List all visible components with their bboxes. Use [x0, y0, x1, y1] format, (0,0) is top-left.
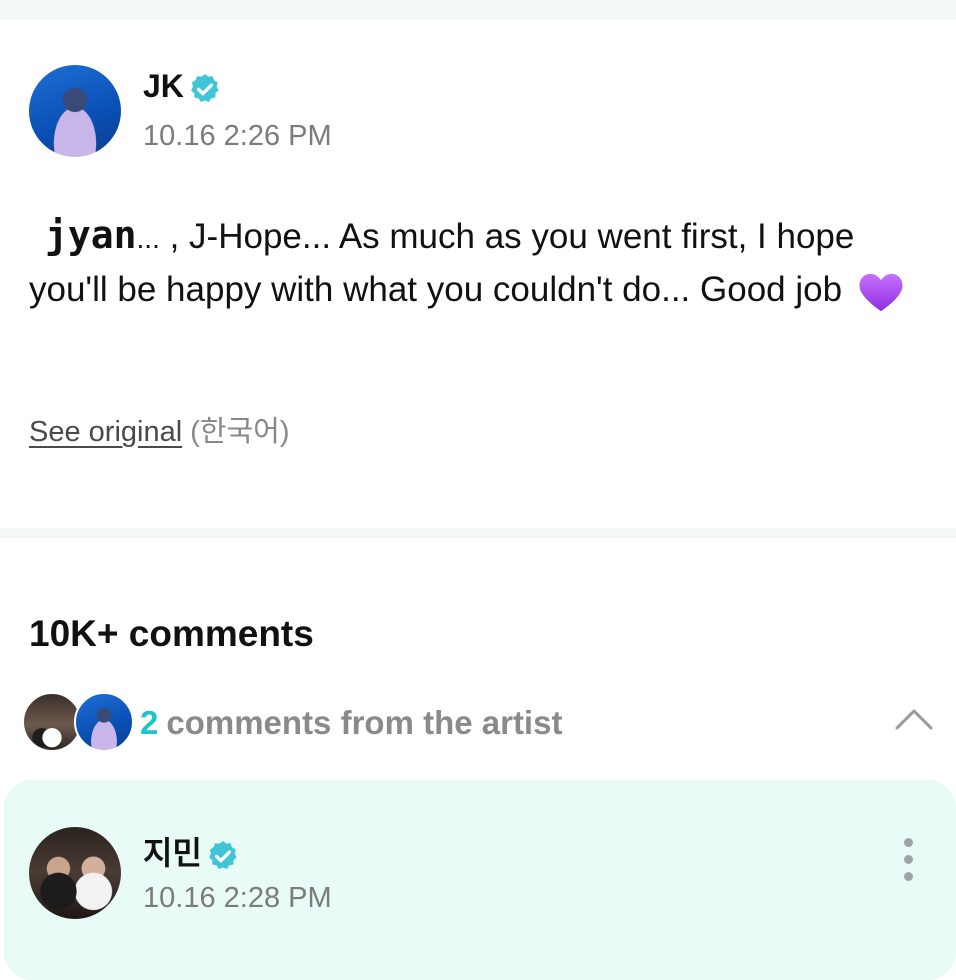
comment-author-name-text: 지민	[143, 835, 202, 871]
chevron-up-icon[interactable]	[894, 706, 934, 732]
artist-comment-card: 지민 10.16 2:28 PM	[4, 780, 956, 980]
comment-timestamp: 10.16 2:28 PM	[143, 882, 332, 914]
author-name-text: JK	[143, 68, 184, 104]
top-strip	[0, 0, 956, 20]
section-divider	[0, 528, 956, 538]
comment-author-name[interactable]: 지민	[143, 828, 240, 874]
comment-author-avatar[interactable]	[29, 827, 121, 919]
author-avatar[interactable]	[29, 65, 121, 157]
post-timestamp: 10.16 2:26 PM	[143, 120, 332, 152]
artist-comments-count: 2	[140, 704, 159, 741]
comments-count-title: 10K+ comments	[29, 613, 314, 654]
author-name[interactable]: JK	[143, 68, 222, 106]
verified-icon	[209, 840, 237, 869]
artist-comments-label: 2 comments from the artist	[140, 704, 562, 742]
artist-comments-text: comments from the artist	[166, 704, 563, 741]
post: JK 10.16 2:26 PM jyan... , J-Hope... As …	[0, 20, 956, 528]
artist-comments-toggle[interactable]: 2 comments from the artist	[22, 690, 934, 756]
see-original: See original (한국어)	[29, 408, 290, 450]
original-language: (한국어)	[190, 416, 290, 448]
verified-icon	[191, 73, 219, 102]
more-options-icon[interactable]	[904, 838, 918, 889]
artist-avatar-jk	[74, 692, 134, 752]
artist-avatar-jimin	[22, 692, 82, 752]
post-text: jyan... , J-Hope... As much as you went …	[29, 210, 934, 315]
purple-heart-icon	[859, 273, 903, 311]
post-text-dots: ...	[136, 223, 160, 254]
see-original-link[interactable]: See original	[29, 416, 182, 448]
post-text-prefix: jyan	[45, 213, 137, 257]
